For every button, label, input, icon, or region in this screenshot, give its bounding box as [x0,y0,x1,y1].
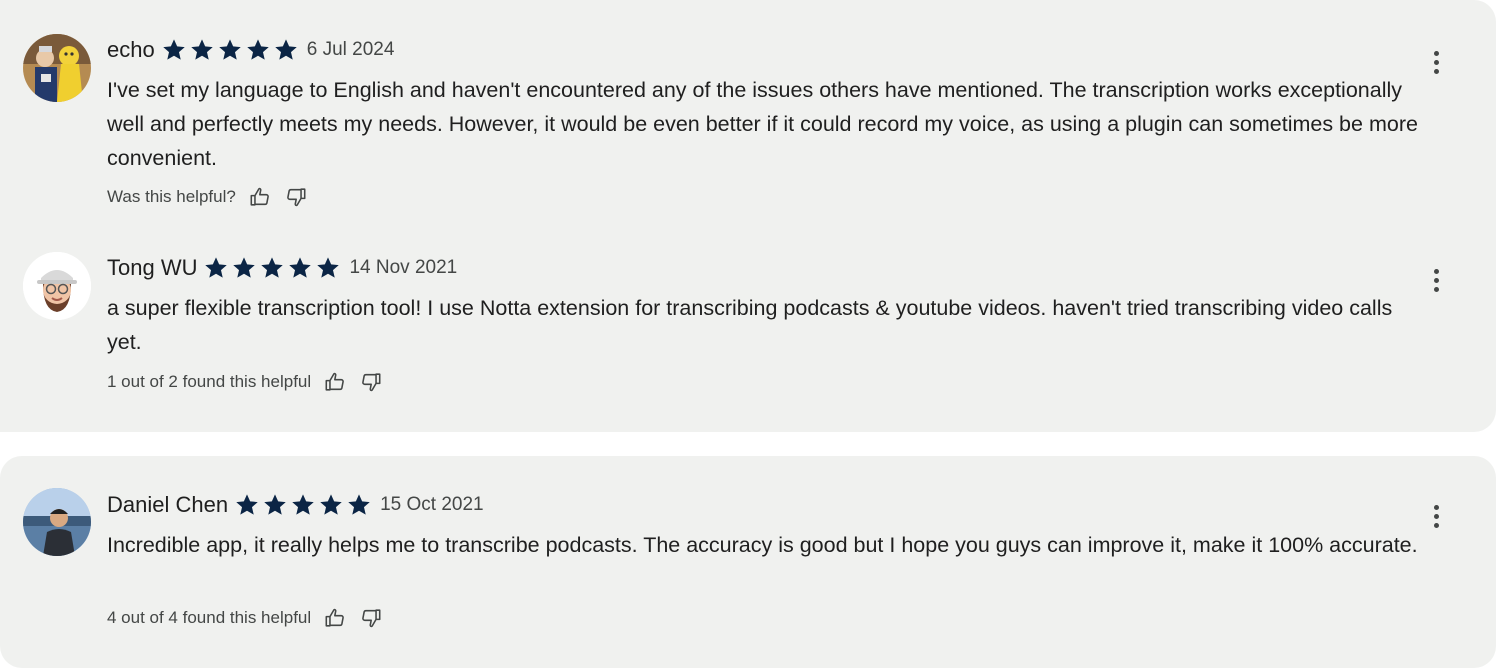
thumbs-up-icon [249,186,271,208]
helpful-text: 4 out of 4 found this helpful [107,608,312,627]
thumbs-up-button[interactable] [321,605,349,631]
avatar-photo-icon [23,488,91,556]
avatar [23,252,91,320]
reviewer-name: Daniel Chen [107,492,229,517]
avatar [23,34,91,102]
more-vertical-icon [1433,50,1439,56]
star-icon [189,37,215,63]
thumbs-up-button[interactable] [246,184,274,210]
rating-stars [161,37,299,63]
star-icon [234,492,260,518]
star-icon [318,492,344,518]
star-icon [231,255,257,281]
helpful-text: Was this helpful? [107,187,236,206]
review-text: I've set my language to English and have… [107,78,1418,170]
thumbs-down-icon [360,607,382,629]
helpful-text: 1 out of 2 found this helpful [107,372,312,391]
more-options-button[interactable] [1422,263,1450,297]
more-options-button[interactable] [1422,45,1450,79]
review-text: Incredible app, it really helps me to tr… [107,533,1418,557]
more-vertical-icon [1433,268,1439,274]
helpful-row: 4 out of 4 found this helpful [107,605,385,631]
review-date: 6 Jul 2024 [306,39,395,60]
thumbs-down-icon [285,186,307,208]
review-card: Daniel Chen 15 Oct 2021 Incredible app, … [0,456,1496,668]
star-icon [203,255,229,281]
thumbs-down-button[interactable] [357,369,385,395]
review-date: 15 Oct 2021 [380,494,484,515]
reviewer-name: echo [107,37,155,62]
more-vertical-icon [1433,504,1439,510]
star-icon [273,37,299,63]
avatar-photo-icon [23,34,91,102]
thumbs-down-icon [360,371,382,393]
review-card: echo 6 Jul 2024 I've set my language to … [0,0,1496,222]
star-icon [259,255,285,281]
thumbs-up-icon [324,607,346,629]
more-options-button[interactable] [1422,499,1450,533]
review-card: Tong WU 14 Nov 2021 a super flexible tra… [0,222,1496,432]
helpful-row: 1 out of 2 found this helpful [107,369,385,395]
thumbs-up-icon [324,371,346,393]
reviewer-name: Tong WU [107,255,198,280]
star-icon [262,492,288,518]
thumbs-down-button[interactable] [357,605,385,631]
helpful-row: Was this helpful? [107,184,310,210]
star-icon [346,492,372,518]
star-icon [161,37,187,63]
thumbs-up-button[interactable] [321,369,349,395]
star-icon [217,37,243,63]
avatar [23,488,91,556]
star-icon [290,492,316,518]
review-date: 14 Nov 2021 [349,257,458,278]
rating-stars [234,492,372,518]
star-icon [245,37,271,63]
memoji-avatar-icon [23,252,91,320]
rating-stars [203,255,341,281]
thumbs-down-button[interactable] [282,184,310,210]
review-text: a super flexible transcription tool! I u… [107,296,1393,354]
star-icon [287,255,313,281]
star-icon [315,255,341,281]
